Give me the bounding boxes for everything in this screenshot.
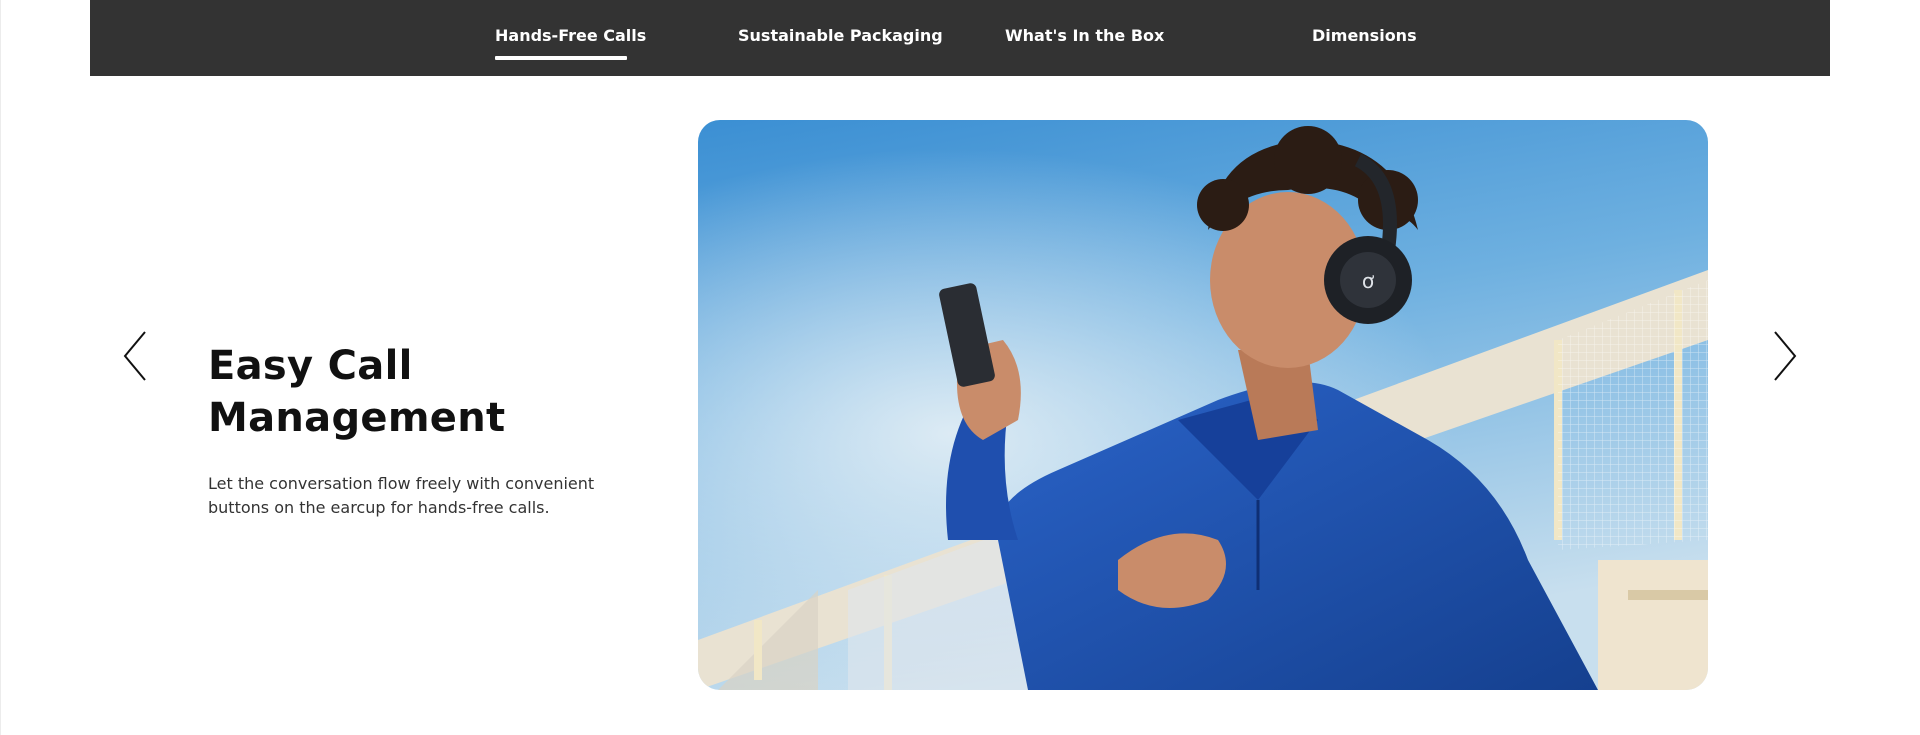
hero-image: ơ <box>698 120 1708 690</box>
person-with-headphones-photo: ơ <box>698 120 1708 690</box>
active-tab-indicator <box>495 56 627 60</box>
product-feature-section: Hands-Free Calls Sustainable Packaging W… <box>0 0 1920 735</box>
previous-slide-button[interactable] <box>115 330 155 382</box>
tab-label: What's In the Box <box>1005 26 1165 45</box>
tab-label: Sustainable Packaging <box>738 26 943 45</box>
tab-label: Hands-Free Calls <box>495 26 647 45</box>
tab-dimensions[interactable]: Dimensions <box>1312 26 1417 60</box>
svg-text:ơ: ơ <box>1362 269 1375 293</box>
tab-label: Dimensions <box>1312 26 1417 45</box>
slide-description: Let the conversation flow freely with co… <box>208 474 595 517</box>
tab-hands-free-calls[interactable]: Hands-Free Calls <box>495 26 647 60</box>
chevron-left-icon <box>123 331 146 381</box>
tab-sustainable-packaging[interactable]: Sustainable Packaging <box>738 26 943 60</box>
feature-tab-bar: Hands-Free Calls Sustainable Packaging W… <box>90 0 1830 76</box>
page-edge-divider <box>0 0 1 735</box>
next-slide-button[interactable] <box>1765 330 1805 382</box>
tab-whats-in-the-box[interactable]: What's In the Box <box>1005 26 1165 60</box>
slide-title: Easy Call Management <box>208 343 506 441</box>
chevron-right-icon <box>1774 331 1797 381</box>
